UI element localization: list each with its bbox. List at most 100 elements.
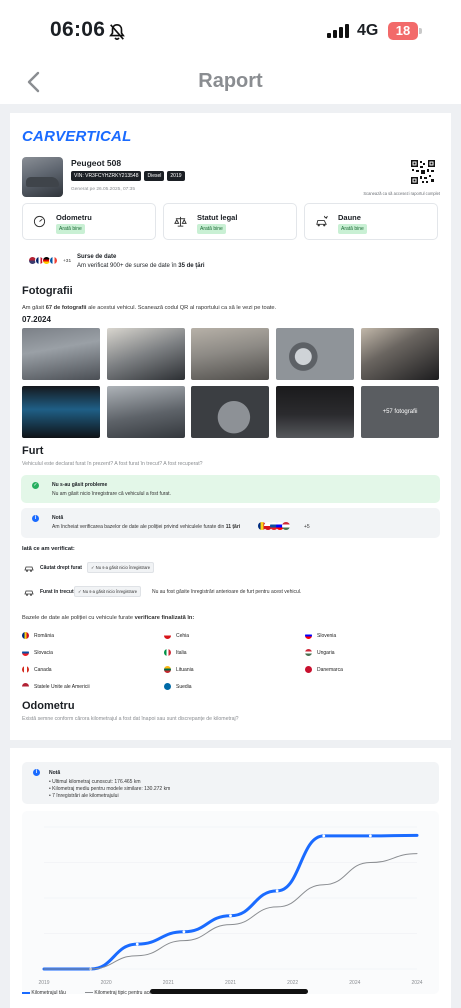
x-tick-label: 2020 <box>101 980 112 986</box>
damage-card[interactable]: Daune Arată bine <box>304 203 438 240</box>
data-point <box>322 834 326 838</box>
x-tick-label: 2024 <box>411 980 422 986</box>
qr-note: Scanează ca să accesezi raportul complet <box>363 191 440 196</box>
check-row-past-theft: Furat în trecut ✓ Nu s-a găsit nicio înr… <box>24 586 444 600</box>
theft-ok-title: Nu s-au găsit probleme <box>52 482 108 488</box>
legal-status-card-title: Statut legal <box>197 213 238 222</box>
more-photos-button[interactable]: +57 fotografii <box>361 386 439 438</box>
generated-date: Generat pe 26.05.2025, 07:35 <box>71 187 136 192</box>
note-item: • Kilometraj mediu pentru modele similar… <box>49 786 171 792</box>
car-chips: VIN: VR3FCYHZRKY213548 Diesel 2019 <box>71 171 185 181</box>
theft-ok-alert: ✓ Nu s-au găsit probleme Nu am găsit nic… <box>21 475 440 503</box>
car-photo-7[interactable] <box>107 386 185 438</box>
check-row-searched: Căutat drept furat ✓ Nu s-a găsit nicio … <box>24 562 444 576</box>
bell-muted-icon <box>109 23 125 41</box>
info-icon: i <box>33 769 40 776</box>
odometer-card[interactable]: Odometru Arată bine <box>22 203 156 240</box>
data-point <box>229 914 232 918</box>
odometer-note: i Notă • Ultimul kilometraj cunoscut: 17… <box>22 762 439 804</box>
check-note: Nu au fost găsite înregistrări anterioar… <box>152 589 302 595</box>
damage-card-badge: Arată bine <box>338 224 367 234</box>
legal-status-card-badge: Arată bine <box>197 224 226 234</box>
fuel-chip: Diesel <box>144 171 165 181</box>
note-flags-more: +5 <box>304 524 310 530</box>
data-point <box>135 942 139 946</box>
network-type: 4G <box>357 22 379 39</box>
theft-subtitle: Vehiculul este declarat furat în prezent… <box>22 461 203 467</box>
check-circle-icon: ✓ <box>32 482 39 489</box>
car-photo-3[interactable] <box>191 328 269 380</box>
qr-code[interactable] <box>411 160 435 184</box>
nav-title: Raport <box>198 70 263 92</box>
check-badge: ✓ Nu s-a găsit nicio înregistrare <box>87 562 155 573</box>
battery-tip <box>419 28 422 34</box>
odometer-subtitle: Există semne conform cărora kilometrajul… <box>22 716 239 722</box>
photos-desc: Am găsit 67 de fotografii ale acestui ve… <box>22 305 277 311</box>
sources-title: Surse de date <box>77 254 117 260</box>
photos-title: Fotografii <box>22 285 73 297</box>
car-search-icon <box>24 566 34 572</box>
report-page-2[interactable]: i Notă • Ultimul kilometraj cunoscut: 17… <box>10 748 451 1008</box>
data-point <box>275 889 279 893</box>
source-flags <box>28 256 58 265</box>
checked-title: Iată ce am verificat: <box>22 546 75 552</box>
vin-chip: VIN: VR3FCYHZRKY213548 <box>71 171 142 181</box>
db-title: Bazele de date ale poliției cu vehicule … <box>22 615 195 621</box>
x-tick-label: 2021 <box>163 980 174 986</box>
x-tick-label: 2021 <box>225 980 236 986</box>
legal-status-card[interactable]: Statut legal Arată bine <box>163 203 297 240</box>
x-tick-label: 2022 <box>287 980 298 986</box>
report-page-1[interactable]: CARVERTICAL Peugeot 508 VIN: VR3FCYHZRKY… <box>10 113 451 740</box>
theft-note-desc: Am încheiat verificarea bazelor de date … <box>52 524 241 530</box>
check-label: Căutat drept furat <box>40 565 82 571</box>
car-crash-icon <box>316 215 328 227</box>
car-history-icon <box>24 590 34 596</box>
car-name: Peugeot 508 <box>71 158 122 168</box>
odometer-card-badge: Arată bine <box>56 224 85 234</box>
x-tick-label: 2019 <box>38 980 49 986</box>
odometer-chart: 2019 2020 2021 2021 2022 2024 2024 <box>22 811 439 994</box>
odometer-note-title: Notă <box>49 770 61 776</box>
gauge-icon <box>33 215 46 228</box>
car-photo-8[interactable] <box>191 386 269 438</box>
car-photo-2[interactable] <box>107 328 185 380</box>
odometer-card-title: Odometru <box>56 213 92 222</box>
note-item: • 7 înregistrări ale kilometrajului <box>49 793 119 799</box>
car-thumbnail[interactable] <box>22 157 63 197</box>
carvertical-logo: CARVERTICAL <box>22 128 132 145</box>
series-line-yours <box>42 833 419 971</box>
status-bar: 06:06 4G 18 <box>0 0 461 62</box>
theft-note-title: Notă <box>52 515 64 521</box>
battery-icon: 18 <box>388 22 418 40</box>
car-photo-1[interactable] <box>22 328 100 380</box>
odometer-title: Odometru <box>22 700 75 712</box>
signal-icon <box>327 24 349 38</box>
year-chip: 2019 <box>167 171 185 181</box>
data-point <box>368 834 372 838</box>
data-point <box>182 930 186 934</box>
flags-more: +31 <box>63 259 72 264</box>
car-photo-5[interactable] <box>361 328 439 380</box>
check-label: Furat în trecut <box>40 589 74 595</box>
photos-date: 07.2024 <box>22 315 51 324</box>
scales-icon <box>174 216 187 227</box>
odometer-chart-svg: 2019 2020 2021 2021 2022 2024 2024 <box>38 826 423 986</box>
note-flags <box>258 522 290 530</box>
series-line-typical <box>43 853 418 970</box>
car-photo-6[interactable] <box>22 386 100 438</box>
legend-item-yours: Kilometrajul tău <box>22 990 66 996</box>
home-indicator <box>150 989 308 994</box>
theft-note-alert: i Notă Am încheiat verificarea bazelor d… <box>21 508 440 538</box>
note-item: • Ultimul kilometraj cunoscut: 176.465 k… <box>49 779 141 785</box>
check-badge: ✓ Nu s-a găsit nicio înregistrare <box>74 586 142 597</box>
info-icon: i <box>32 515 39 522</box>
status-time: 06:06 <box>50 18 106 41</box>
x-tick-label: 2024 <box>349 980 360 986</box>
nav-bar: Raport <box>0 62 461 104</box>
theft-ok-desc: Nu am găsit nicio înregistrare că vehicu… <box>52 491 171 497</box>
theft-title: Furt <box>22 445 44 457</box>
damage-card-title: Daune <box>338 213 361 222</box>
car-photo-4[interactable] <box>276 328 354 380</box>
car-photo-9[interactable] <box>276 386 354 438</box>
sources-desc: Am verificat 900+ de surse de date în 35… <box>77 263 205 269</box>
